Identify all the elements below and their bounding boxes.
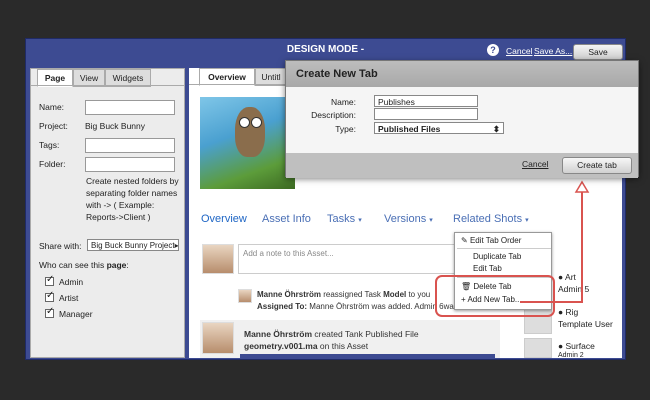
feed-strip (240, 354, 495, 358)
role-title: ● Art (558, 272, 576, 282)
dialog-description-label: Description: (311, 110, 356, 120)
menu-item-duplicate-tab[interactable]: Duplicate Tab (473, 252, 521, 261)
manager-checkbox[interactable] (45, 306, 54, 318)
note-input[interactable]: Add a note to this Asset... (238, 244, 456, 274)
dialog-cancel-link[interactable]: Cancel (522, 159, 548, 169)
project-value: Big Buck Bunny (85, 121, 146, 131)
dialog-title: Create New Tab (286, 61, 638, 87)
share-select[interactable]: Big Buck Bunny Project▸ (87, 239, 179, 251)
role-title: ● Surface (558, 341, 595, 351)
tab-context-menu: ✎ Edit Tab Order Duplicate Tab Edit Tab … (454, 232, 552, 310)
bird-image (235, 107, 265, 157)
tags-label: Tags: (39, 140, 60, 150)
feed-item-detail: Assigned To: Manne Öhrström was added. A… (257, 302, 458, 311)
role-user: Admin 2 (558, 352, 584, 359)
feed-avatar (202, 322, 234, 354)
admin-checkbox[interactable] (45, 274, 54, 286)
tab-name-field[interactable]: Publishes (374, 95, 478, 107)
dialog-type-label: Type: (335, 124, 356, 134)
avatar (202, 244, 234, 274)
feed-card (200, 320, 500, 358)
manager-label: Manager (59, 309, 93, 319)
nav-asset-info[interactable]: Asset Info (262, 213, 311, 225)
admin-label: Admin (59, 277, 84, 287)
asset-thumbnail (200, 97, 295, 189)
share-label: Share with: (39, 241, 82, 251)
help-icon[interactable]: ? (487, 44, 499, 56)
menu-item-edit-tab-order[interactable]: ✎ Edit Tab Order (461, 236, 521, 245)
artist-label: Artist (59, 293, 79, 303)
nav-versions[interactable]: Versions ▾ (384, 213, 433, 225)
chevron-down-icon: ⬍ (492, 124, 500, 134)
menu-item-delete-tab[interactable]: 🗑 Delete Tab (461, 282, 512, 291)
role-title: ● Rig (558, 307, 579, 317)
create-tab-dialog: Create New Tab Name: Publishes Descripti… (285, 60, 639, 178)
menu-item-edit-tab[interactable]: Edit Tab (473, 264, 502, 273)
role-user: Template User (558, 319, 613, 329)
tab-description-field[interactable] (374, 108, 478, 120)
folder-note: Create nested folders by separating fold… (86, 176, 179, 222)
nav-related-shots[interactable]: Related Shots ▾ (453, 213, 529, 225)
save-button[interactable]: Save (573, 44, 623, 60)
tags-field[interactable] (85, 138, 175, 153)
feed-item: Manne Öhrström created Tank Published Fi… (244, 329, 419, 339)
artist-checkbox[interactable] (45, 290, 54, 302)
page-settings-panel: Page View Widgets Name: Project: Big Buc… (30, 68, 185, 358)
folder-field[interactable] (85, 157, 175, 172)
visibility-label: Who can see this page: (39, 260, 129, 270)
user-avatar (524, 306, 552, 334)
cancel-link[interactable]: Cancel (506, 46, 532, 56)
project-label: Project: (39, 121, 68, 131)
feed-item-detail: geometry.v001.ma on this Asset (244, 341, 369, 351)
role-user: Admin 5 (558, 284, 590, 294)
folder-label: Folder: (39, 159, 66, 169)
name-field[interactable] (85, 100, 175, 115)
name-label: Name: (39, 102, 65, 112)
feed-item: Manne Öhrström reassigned Task Model to … (257, 290, 431, 299)
save-as-link[interactable]: Save As... (534, 46, 572, 56)
user-avatar (524, 338, 552, 358)
feed-avatar (238, 289, 252, 303)
menu-item-add-new-tab[interactable]: + Add New Tab... (461, 295, 522, 304)
create-tab-button[interactable]: Create tab (562, 157, 632, 174)
plus-icon: + (461, 295, 466, 304)
dialog-name-label: Name: (330, 97, 356, 107)
nav-overview[interactable]: Overview (201, 213, 247, 225)
trash-icon: 🗑 (461, 282, 472, 291)
tab-type-select[interactable]: Published Files ⬍ (374, 122, 504, 134)
nav-tasks[interactable]: Tasks ▾ (327, 213, 362, 225)
